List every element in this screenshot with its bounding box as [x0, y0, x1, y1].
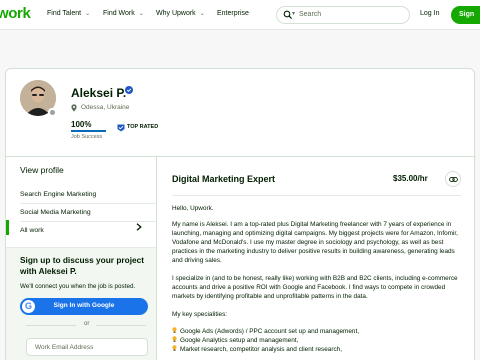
copy-link-button[interactable]: [445, 171, 461, 187]
profile-overview: Digital Marketing Expert $35.00/hr Hello…: [157, 157, 476, 360]
speciality-text: Google Analytics setup and management,: [180, 337, 299, 344]
email-field[interactable]: Work Email Address: [26, 338, 148, 356]
email-placeholder: Work Email Address: [35, 344, 94, 351]
top-rated-badge-icon: [117, 124, 125, 132]
speciality-text: Google Ads (Adwords) / PPC account set u…: [180, 328, 360, 335]
specialities-heading: My key specialities:: [172, 311, 228, 318]
nav-enterprise[interactable]: Enterprise: [217, 10, 249, 17]
divider: [96, 325, 146, 326]
list-item: Market research, competitor analysis and…: [172, 345, 342, 354]
job-success-score: 100%: [71, 120, 92, 129]
freelancer-name: Aleksei P.: [71, 86, 127, 100]
list-item: Google Ads (Adwords) / PPC account set u…: [172, 327, 359, 336]
overview-paragraph: I specialize in (and to be honest, reall…: [172, 275, 458, 300]
location-pin-icon: [71, 104, 77, 112]
nav-label: Find Work: [103, 10, 135, 17]
lightbulb-icon: [172, 336, 177, 342]
nav-find-talent[interactable]: Find Talent ⌄: [47, 10, 90, 17]
profile-card: Aleksei P. Odessa, Ukraine 100% Job Succ…: [5, 68, 476, 360]
chevron-down-icon: ⌄: [199, 11, 205, 17]
profile-title: Digital Marketing Expert: [172, 174, 276, 184]
nav-label: Why Upwork: [156, 10, 196, 17]
divider: [172, 195, 461, 196]
signup-panel: Sign up to discuss your project with Ale…: [6, 247, 156, 360]
active-item-indicator: [6, 220, 9, 235]
greeting-text: Hello, Upwork.: [172, 205, 214, 212]
signup-button[interactable]: Sign: [451, 6, 480, 24]
hourly-rate: $35.00/hr: [393, 174, 428, 183]
divider: [26, 325, 76, 326]
google-sign-in-button[interactable]: G Sign In with Google: [20, 298, 148, 315]
top-rated-label: TOP RATED: [127, 124, 159, 130]
chevron-right-icon[interactable]: [136, 223, 142, 231]
top-navigation-bar: work Find Talent ⌄ Find Work ⌄ Why Upwork ⌄…: [0, 0, 480, 30]
link-icon: [449, 176, 458, 183]
login-link[interactable]: Log In: [420, 10, 439, 17]
nav-label: Find Talent: [47, 10, 82, 17]
or-separator: or: [84, 321, 90, 327]
google-button-label: Sign In with Google: [53, 302, 115, 309]
verified-badge-icon: [125, 86, 133, 94]
speciality-text: Market research, competitor analysis and…: [180, 346, 342, 353]
chevron-down-icon: ⌄: [138, 11, 144, 17]
status-indicator-icon: [48, 108, 56, 116]
location-text: Odessa, Ukraine: [81, 104, 130, 111]
job-success-bar-fill: [71, 130, 106, 132]
job-success-bar: [71, 130, 106, 132]
view-profile-heading: View profile: [20, 165, 64, 175]
sidebar-item-social-media-marketing[interactable]: Social Media Marketing: [20, 209, 156, 216]
lightbulb-icon: [172, 327, 177, 333]
overview-paragraph: My name is Aleksei. I am a top-rated plu…: [172, 221, 458, 264]
divider: [20, 221, 156, 222]
divider: [20, 203, 156, 204]
search-input[interactable]: Search: [299, 11, 321, 18]
chevron-down-icon: ⌄: [85, 11, 91, 17]
search-type-dropdown-icon[interactable]: ▾: [292, 10, 295, 17]
signup-panel-subtitle: We'll connect you when the job is posted…: [20, 283, 136, 290]
nav-label: Enterprise: [217, 10, 249, 17]
profile-sidebar: View profile Search Engine Marketing Soc…: [6, 157, 157, 360]
lightbulb-icon: [172, 345, 177, 351]
nav-why-upwork[interactable]: Why Upwork ⌄: [156, 10, 205, 17]
list-item: Google Analytics setup and management,: [172, 336, 298, 345]
nav-find-work[interactable]: Find Work ⌄: [103, 10, 144, 17]
job-success-label: Job Success: [71, 134, 103, 140]
upwork-logo[interactable]: work: [0, 5, 31, 22]
sidebar-item-search-engine-marketing[interactable]: Search Engine Marketing: [20, 191, 156, 198]
signup-panel-title: Sign up to discuss your project with Ale…: [20, 255, 145, 276]
search-bar[interactable]: ▾ Search: [276, 6, 410, 24]
